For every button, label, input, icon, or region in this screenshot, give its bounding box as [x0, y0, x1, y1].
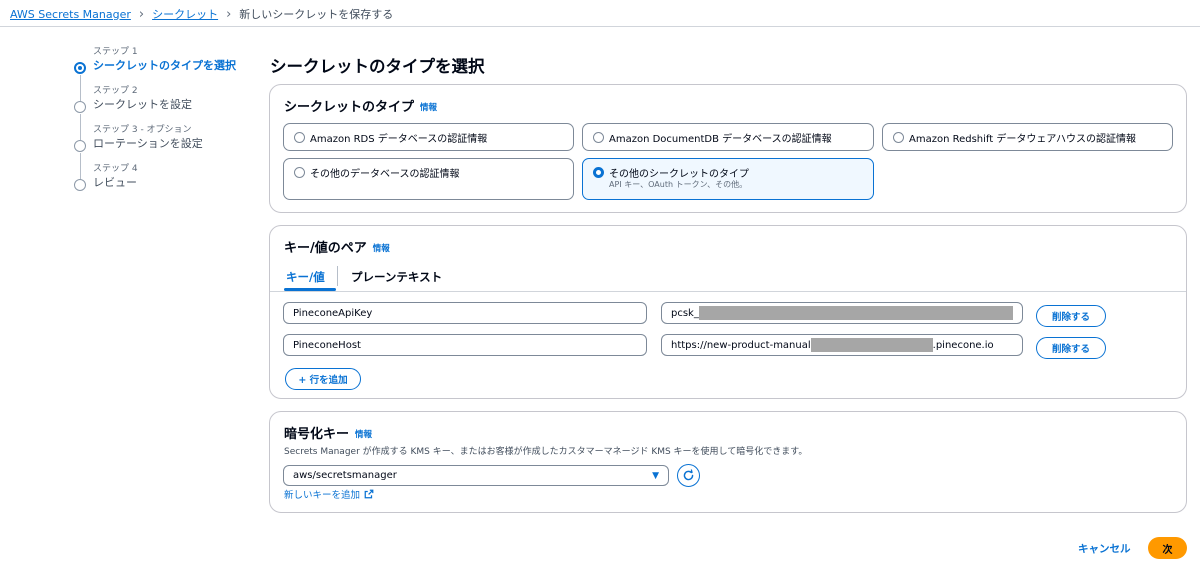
breadcrumb-current: 新しいシークレットを保存する [239, 8, 394, 21]
remove-row-button[interactable]: 削除する [1036, 337, 1106, 359]
breadcrumb-link-secrets-manager[interactable]: AWS Secrets Manager [10, 8, 131, 21]
key-value-card: キー/値のペア 情報 キー/値 プレーンテキスト PineconeApiKey p… [269, 225, 1187, 399]
secret-type-heading: シークレットのタイプ 情報 [284, 96, 437, 115]
cancel-button[interactable]: キャンセル [1078, 541, 1131, 556]
refresh-icon[interactable] [677, 464, 700, 487]
encryption-key-card: 暗号化キー 情報 Secrets Manager が作成する KMS キー、または… [269, 411, 1187, 513]
tab-plaintext[interactable]: プレーンテキスト [351, 269, 442, 285]
secret-value-input[interactable]: pcsk_ [661, 302, 1023, 324]
value-text-prefix: pcsk_ [671, 307, 699, 319]
add-row-button[interactable]: + 行を追加 [285, 368, 361, 390]
option-label: Amazon DocumentDB データベースの認証情報 [609, 134, 832, 145]
encryption-description: Secrets Manager が作成する KMS キー、またはお客様が作成した… [284, 447, 808, 457]
external-link-icon [364, 489, 374, 499]
key-value-title: キー/値のペア [284, 241, 367, 256]
radio-selected-icon[interactable] [593, 167, 604, 178]
chevron-right-icon: › [138, 6, 145, 22]
secret-key-input[interactable]: PineconeHost [283, 334, 647, 356]
redacted-value [810, 338, 933, 352]
step-pending-icon [74, 179, 86, 191]
step-number: ステップ 1 [93, 47, 138, 57]
chevron-right-icon: › [226, 6, 232, 22]
new-key-link[interactable]: 新しいキーを追加 [284, 487, 374, 501]
step-number: ステップ 2 [93, 86, 138, 96]
refresh-glyph [683, 469, 694, 481]
encryption-heading: 暗号化キー 情報 [284, 423, 372, 442]
step-3: ステップ 3 - オプション ローテーションを設定 [74, 124, 254, 179]
step-4: ステップ 4 レビュー [74, 163, 254, 202]
secret-type-option-rds[interactable]: Amazon RDS データベースの認証情報 [283, 123, 574, 151]
header-divider [0, 26, 1200, 27]
secret-type-option-redshift[interactable]: Amazon Redshift データウェアハウスの認証情報 [882, 123, 1173, 151]
option-description: API キー、OAuth トークン、その他。 [609, 180, 748, 189]
secret-type-title: シークレットのタイプ [284, 100, 415, 115]
info-link[interactable]: 情報 [420, 103, 437, 113]
radio-icon[interactable] [893, 132, 904, 143]
radio-icon[interactable] [294, 132, 305, 143]
caret-down-icon: ▼ [652, 470, 659, 481]
info-link[interactable]: 情報 [355, 430, 372, 440]
remove-row-button[interactable]: 削除する [1036, 305, 1106, 327]
step-1[interactable]: ステップ 1 シークレットのタイプを選択 [74, 46, 254, 101]
wizard-steps: ステップ 1 シークレットのタイプを選択 ステップ 2 シークレットを設定 ステ… [74, 46, 254, 202]
secret-type-option-other-db[interactable]: その他のデータベースの認証情報 [283, 158, 574, 200]
step-title: シークレットのタイプを選択 [93, 59, 236, 72]
value-text-prefix: https://new-product-manual [671, 339, 811, 351]
step-title: ローテーションを設定 [93, 137, 203, 150]
secret-key-input[interactable]: PineconeApiKey [283, 302, 647, 324]
step-pending-icon [74, 140, 86, 152]
option-label: Amazon RDS データベースの認証情報 [310, 134, 488, 145]
option-label: その他のデータベースの認証情報 [310, 169, 460, 180]
step-2: ステップ 2 シークレットを設定 [74, 85, 254, 140]
step-title: シークレットを設定 [93, 98, 192, 111]
key-value-heading: キー/値のペア 情報 [284, 237, 390, 256]
breadcrumb-link-secrets[interactable]: シークレット [152, 6, 218, 22]
key-value-text: PineconeHost [293, 339, 361, 351]
redacted-value [698, 306, 1013, 320]
key-value-text: PineconeApiKey [293, 307, 373, 319]
next-button[interactable]: 次 [1148, 537, 1187, 559]
step-number: ステップ 3 - オプション [93, 125, 192, 135]
kms-key-selected-value: aws/secretsmanager [293, 470, 397, 481]
kms-key-select[interactable]: aws/secretsmanager ▼ [283, 465, 669, 486]
step-title: レビュー [93, 176, 137, 189]
step-active-icon [74, 62, 86, 74]
breadcrumb: AWS Secrets Manager › シークレット › 新しいシークレット… [10, 6, 393, 22]
tab-key-value[interactable]: キー/値 [286, 269, 325, 285]
tabs-divider [270, 291, 1186, 292]
option-label: その他のシークレットのタイプ [609, 169, 749, 180]
radio-icon[interactable] [294, 167, 305, 178]
new-key-link-label: 新しいキーを追加 [284, 490, 361, 501]
option-label: Amazon Redshift データウェアハウスの認証情報 [909, 134, 1136, 145]
secret-type-option-documentdb[interactable]: Amazon DocumentDB データベースの認証情報 [582, 123, 874, 151]
secret-type-card: シークレットのタイプ 情報 Amazon RDS データベースの認証情報 Amaz… [269, 84, 1187, 213]
value-text-suffix: .pinecone.io [932, 339, 994, 351]
tab-divider [337, 266, 338, 286]
step-pending-icon [74, 101, 86, 113]
step-number: ステップ 4 [93, 164, 138, 174]
info-link[interactable]: 情報 [373, 244, 390, 254]
secret-type-option-other-secret[interactable]: その他のシークレットのタイプ API キー、OAuth トークン、その他。 [582, 158, 874, 200]
radio-icon[interactable] [593, 132, 604, 143]
encryption-title: 暗号化キー [284, 427, 350, 442]
secret-value-input[interactable]: https://new-product-manual .pinecone.io [661, 334, 1023, 356]
page-title: シークレットのタイプを選択 [270, 57, 485, 76]
